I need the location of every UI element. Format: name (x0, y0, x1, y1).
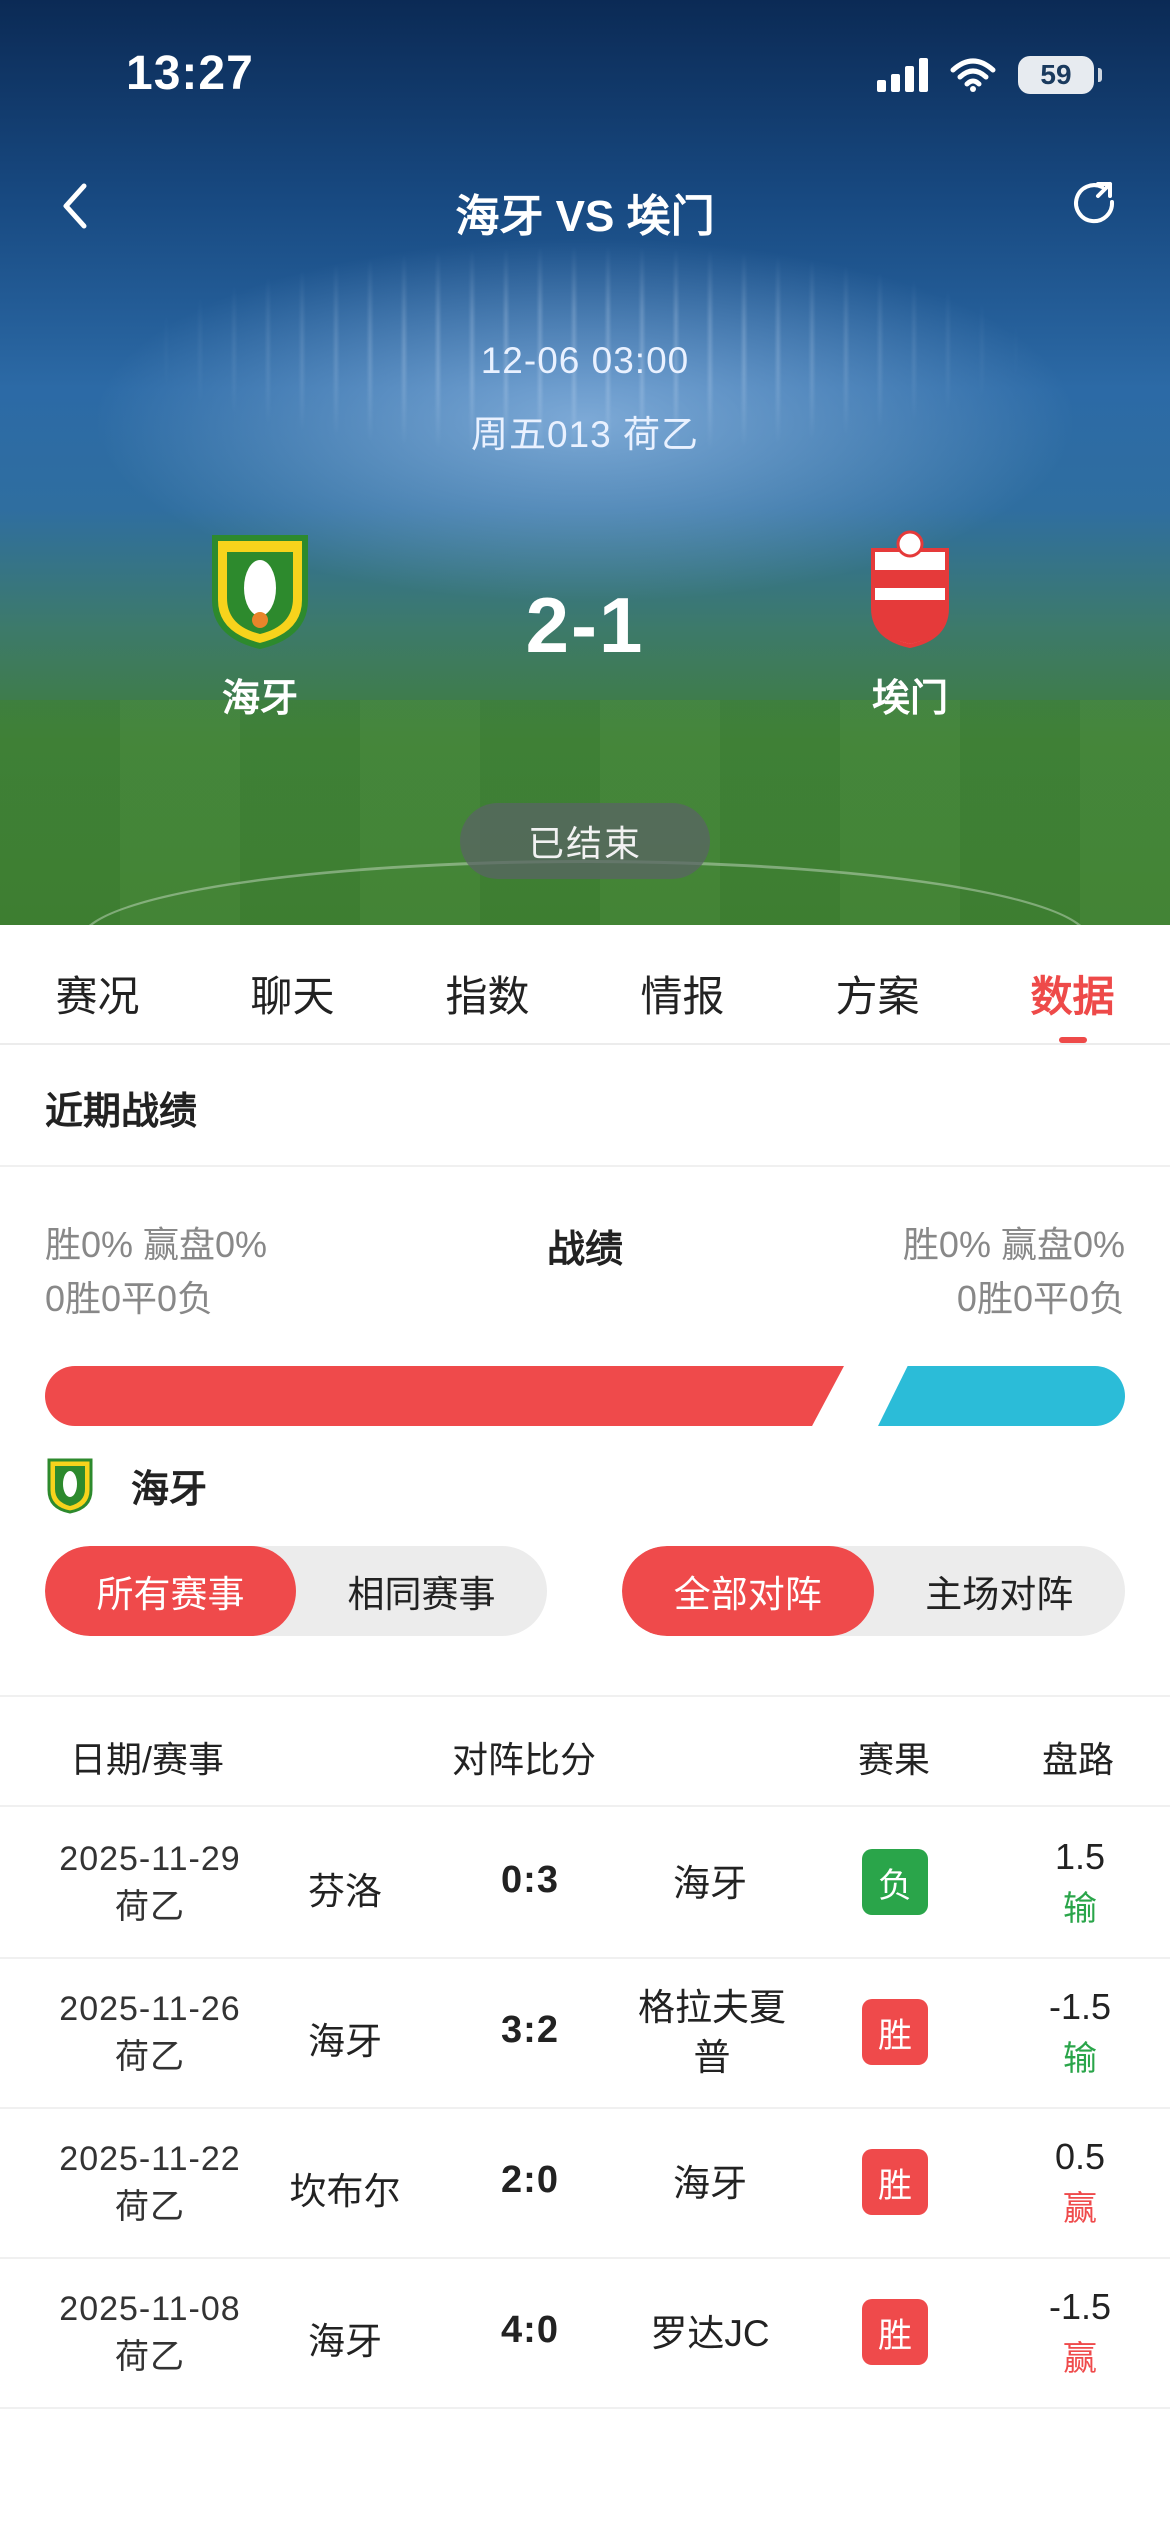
tab-odds[interactable]: 指数 (390, 925, 585, 1043)
away-team-logo-icon (871, 530, 949, 649)
wifi-icon (950, 58, 996, 92)
match-datetime: 12-06 03:00 (480, 340, 690, 381)
home-name: 海牙 (308, 2321, 382, 2362)
home-name: 海牙 (308, 2021, 382, 2062)
away-team[interactable]: 埃门 (810, 530, 1010, 722)
handicap-value: -1.5 (1048, 1986, 1112, 2027)
filter-same-competition[interactable]: 相同赛事 (296, 1546, 547, 1636)
result-badge: 胜 (862, 1999, 928, 2065)
home-record: 0胜0平0负 (45, 1278, 214, 1319)
handicap-value: 1.5 (1054, 1836, 1106, 1877)
record-comparison-bar (45, 1366, 1125, 1426)
filter-all-matches[interactable]: 全部对阵 (622, 1546, 874, 1636)
tab-chat[interactable]: 聊天 (195, 925, 390, 1043)
match-date: 2025-11-22 荷乙 (30, 2135, 270, 2231)
match-date: 2025-11-08 荷乙 (30, 2285, 270, 2381)
league-text: 荷乙 (115, 2038, 185, 2076)
table-row[interactable]: 2025-11-26 荷乙 海牙 3:2 格拉夫夏普 胜 -1.5 输 (0, 1959, 1170, 2109)
divider (0, 1165, 1170, 1167)
battery-icon: 59 (1018, 56, 1102, 94)
away-name: 海牙 (673, 2163, 747, 2204)
handicap-result: 赢 (1063, 2340, 1097, 2378)
tab-intel[interactable]: 情报 (585, 925, 780, 1043)
match-score: 4:0 (501, 2309, 559, 2351)
match-league-line: 周五013 荷乙 (470, 414, 699, 455)
date-text: 2025-11-08 (59, 2290, 241, 2328)
venue-filter: 全部对阵 主场对阵 (622, 1546, 1125, 1636)
home-record-bar (45, 1366, 844, 1426)
status-time: 13:27 (126, 47, 254, 100)
handicap: -1.5 输 (1010, 1981, 1150, 2085)
league-text: 荷乙 (115, 2188, 185, 2226)
handicap-value: -1.5 (1048, 2286, 1112, 2327)
tab-plans[interactable]: 方案 (780, 925, 975, 1043)
league-text: 荷乙 (115, 2338, 185, 2376)
match-score: 2:0 (501, 2159, 559, 2201)
match-score: 0:3 (501, 1859, 559, 1901)
page-title: 海牙 VS 埃门 (455, 192, 715, 241)
tab-live[interactable]: 赛况 (0, 925, 195, 1043)
away-record-bar (878, 1366, 1125, 1426)
match-status-badge: 已结束 (460, 803, 710, 879)
table-row[interactable]: 2025-11-29 荷乙 芬洛 0:3 海牙 负 1.5 输 (0, 1809, 1170, 1959)
section-title: 近期战绩 (45, 1091, 198, 1133)
filter-all-competitions[interactable]: 所有赛事 (45, 1546, 296, 1636)
handicap: -1.5 赢 (1010, 2281, 1150, 2385)
header-result: 赛果 (858, 1739, 931, 1780)
competition-filter: 所有赛事 相同赛事 (45, 1546, 547, 1636)
match-header: 13:27 59 海牙 VS 埃门 12-06 03:00 周五013 荷乙 海… (0, 0, 1170, 925)
result-badge: 胜 (862, 2149, 928, 2215)
match-score: 3:2 (501, 2009, 559, 2051)
header-handicap: 盘路 (1042, 1739, 1115, 1780)
date-text: 2025-11-26 (59, 1990, 241, 2028)
match-date: 2025-11-29 荷乙 (30, 1835, 270, 1931)
league-text: 荷乙 (115, 1888, 185, 1926)
away-win-rate: 胜0% 赢盘0% (902, 1224, 1125, 1265)
handicap-value: 0.5 (1054, 2136, 1106, 2177)
status-bar: 13:27 59 (0, 0, 1170, 150)
result-badge: 胜 (862, 2299, 928, 2365)
handicap-result: 赢 (1063, 2190, 1097, 2228)
away-name: 格拉夫夏普 (638, 1987, 786, 2078)
table-row[interactable]: 2025-11-22 荷乙 坎布尔 2:0 海牙 胜 0.5 赢 (0, 2109, 1170, 2259)
handicap-result: 输 (1063, 2040, 1097, 2078)
header-date: 日期/赛事 (70, 1739, 225, 1780)
handicap: 1.5 输 (1010, 1831, 1150, 1935)
away-record: 0胜0平0负 (956, 1278, 1125, 1319)
header-matchup: 对阵比分 (452, 1739, 597, 1780)
table-row[interactable]: 2025-11-08 荷乙 海牙 4:0 罗达JC 胜 -1.5 赢 (0, 2259, 1170, 2409)
handicap-result: 输 (1063, 1890, 1097, 1928)
handicap: 0.5 赢 (1010, 2131, 1150, 2235)
table-header: 日期/赛事 对阵比分 赛果 盘路 (0, 1695, 1170, 1807)
top-nav: 海牙 VS 埃门 (0, 170, 1170, 241)
status-icons: 59 (877, 56, 1102, 94)
refresh-icon[interactable] (1068, 176, 1124, 232)
home-name: 芬洛 (308, 1871, 382, 1912)
away-name: 罗达JC (650, 2313, 770, 2354)
signal-icon (877, 58, 928, 92)
home-team-name: 海牙 (221, 678, 298, 720)
home-name: 坎布尔 (289, 2171, 401, 2212)
date-text: 2025-11-22 (59, 2140, 241, 2178)
filter-home-matches[interactable]: 主场对阵 (874, 1546, 1126, 1636)
date-text: 2025-11-29 (59, 1840, 241, 1878)
team-logo-icon (47, 1458, 93, 1514)
tab-bar: 赛况 聊天 指数 情报 方案 数据 (0, 925, 1170, 1045)
match-date: 2025-11-26 荷乙 (30, 1985, 270, 2081)
away-stats: 胜0% 赢盘0% 0胜0平0负 (903, 1218, 1125, 1326)
away-team-name: 埃门 (871, 678, 948, 720)
away-name: 海牙 (673, 1863, 747, 1904)
team-label: 海牙 (131, 1468, 208, 1511)
selected-team-row: 海牙 (45, 1456, 207, 1514)
result-badge: 负 (862, 1849, 928, 1915)
tab-data[interactable]: 数据 (975, 925, 1170, 1043)
